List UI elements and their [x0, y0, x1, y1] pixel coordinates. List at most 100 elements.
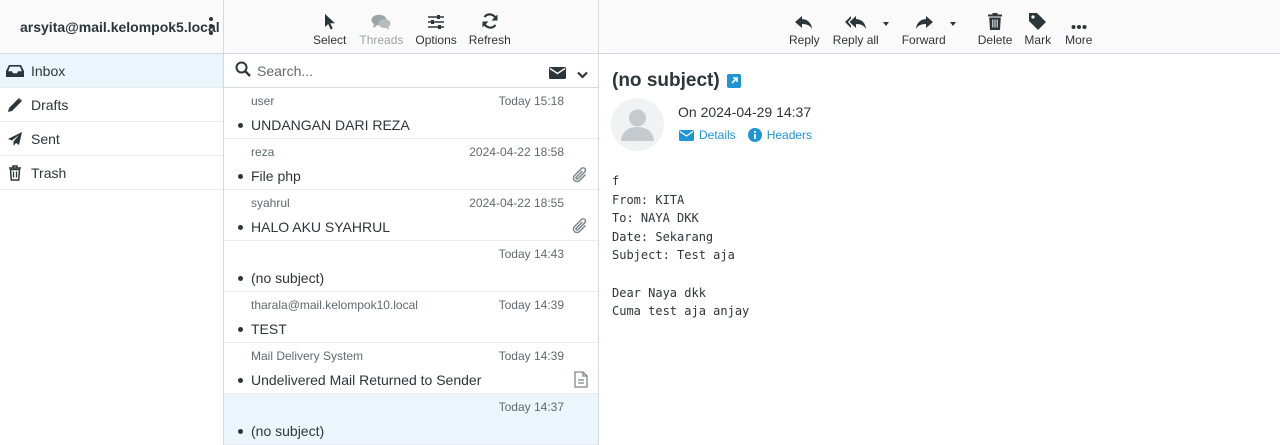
- sliders-icon: [427, 8, 445, 30]
- forward-dropdown-icon[interactable]: [949, 22, 956, 26]
- message-sender: tharala@mail.kelompok10.local: [251, 298, 418, 312]
- sender-avatar: [611, 98, 664, 151]
- folder-item-drafts[interactable]: Drafts: [0, 88, 223, 122]
- message-toolbar: Reply Reply all Forward Delete Mark More: [599, 0, 1280, 54]
- folder-label: Sent: [31, 130, 60, 147]
- message-date: Today 14:39: [498, 349, 564, 363]
- message-subject: File php: [251, 168, 301, 184]
- options-label: Options: [415, 33, 457, 47]
- folder-item-trash[interactable]: Trash: [0, 156, 223, 190]
- message-sender: user: [251, 94, 275, 108]
- message-row[interactable]: tharala@mail.kelompok10.local Today 14:3…: [224, 292, 598, 343]
- reply-all-dropdown-icon[interactable]: [882, 22, 889, 26]
- threads-label: Threads: [359, 33, 404, 47]
- delete-label: Delete: [977, 33, 1013, 47]
- message-row[interactable]: Today 14:37 (no subject): [224, 394, 598, 445]
- message-subject-heading: (no subject): [612, 70, 720, 91]
- message-subject: UNDANGAN DARI REZA: [251, 117, 410, 133]
- chat-bubbles-icon: [371, 8, 391, 30]
- select-button[interactable]: Select: [313, 8, 346, 47]
- message-row[interactable]: Today 14:43 (no subject): [224, 241, 598, 292]
- details-link[interactable]: Details: [679, 128, 736, 142]
- options-button[interactable]: Options: [415, 8, 457, 47]
- select-label: Select: [313, 33, 347, 47]
- refresh-label: Refresh: [468, 33, 511, 47]
- folder-item-inbox[interactable]: Inbox: [0, 54, 223, 88]
- message-subject: HALO AKU SYAHRUL: [251, 219, 391, 235]
- paper-plane-icon: [6, 130, 24, 148]
- message-sender: Mail Delivery System: [251, 349, 364, 363]
- message-row[interactable]: syahrul 2024-04-22 18:55 HALO AKU SYAHRU…: [224, 190, 598, 241]
- message-sender: syahrul: [251, 196, 290, 210]
- message-row[interactable]: reza 2024-04-22 18:58 File php: [224, 139, 598, 190]
- mark-label: Mark: [1024, 33, 1052, 47]
- account-email: arsyita@mail.kelompok5.local: [20, 19, 220, 35]
- account-header: arsyita@mail.kelompok5.local: [0, 0, 223, 54]
- refresh-button[interactable]: Refresh: [469, 8, 511, 47]
- pencil-icon: [6, 96, 24, 114]
- folder-item-sent[interactable]: Sent: [0, 122, 223, 156]
- document-icon: [574, 371, 588, 391]
- ellipsis-icon: [1071, 8, 1087, 30]
- forward-label: Forward: [901, 33, 946, 47]
- message-subject: (no subject): [251, 270, 325, 286]
- reply-label: Reply: [789, 33, 820, 47]
- message-list-pane: Select Threads Options Refresh Search...…: [224, 0, 599, 445]
- forward-button[interactable]: Forward: [901, 8, 956, 47]
- paperclip-icon: [572, 166, 588, 187]
- message-preview-pane: Reply Reply all Forward Delete Mark More…: [599, 0, 1280, 445]
- message-date: Today 14:39: [498, 298, 564, 312]
- list-toolbar: Select Threads Options Refresh: [224, 0, 598, 54]
- more-label: More: [1065, 33, 1093, 47]
- chevron-down-icon[interactable]: [577, 66, 588, 82]
- reply-all-icon: [844, 8, 867, 30]
- forward-icon: [915, 8, 933, 30]
- pointer-icon: [324, 8, 336, 30]
- reply-all-label: Reply all: [832, 33, 879, 47]
- message-date: On 2024-04-29 14:37: [678, 104, 812, 120]
- folder-label: Inbox: [31, 62, 66, 79]
- message-row[interactable]: Mail Delivery System Today 14:39 Undeliv…: [224, 343, 598, 394]
- mark-button[interactable]: Mark: [1024, 8, 1051, 47]
- message-body: f From: KITA To: NAYA DKK Date: Sekarang…: [612, 174, 750, 319]
- envelope-icon[interactable]: [549, 66, 566, 82]
- reply-all-button[interactable]: Reply all: [832, 8, 889, 47]
- unread-dot: [238, 429, 243, 434]
- unread-dot: [238, 276, 243, 281]
- unread-dot: [238, 327, 243, 332]
- delete-button[interactable]: Delete: [977, 8, 1013, 47]
- message-sender: reza: [251, 145, 275, 159]
- unread-dot: [238, 123, 243, 128]
- message-subject: TEST: [251, 321, 287, 337]
- details-label: Details: [699, 128, 736, 142]
- message-title: (no subject): [612, 70, 741, 92]
- unread-dot: [238, 174, 243, 179]
- open-external-icon[interactable]: [726, 74, 741, 88]
- message-date: Today 15:18: [498, 94, 564, 108]
- message-row[interactable]: user Today 15:18 UNDANGAN DARI REZA: [224, 88, 598, 139]
- threads-button[interactable]: Threads: [359, 8, 403, 47]
- kebab-menu-icon[interactable]: [208, 17, 214, 37]
- message-list: user Today 15:18 UNDANGAN DARI REZA reza…: [224, 88, 598, 445]
- trash-icon: [988, 8, 1003, 30]
- header-links: Details Headers: [679, 128, 824, 142]
- trash-icon: [6, 164, 24, 182]
- search-bar: [224, 54, 598, 88]
- message-date: 2024-04-22 18:58: [469, 145, 564, 159]
- envelope-icon: [679, 129, 694, 141]
- headers-link[interactable]: Headers: [747, 128, 812, 142]
- unread-dot: [238, 225, 243, 230]
- info-icon: [747, 128, 762, 142]
- message-date: Today 14:37: [498, 400, 564, 414]
- folder-pane: arsyita@mail.kelompok5.local Inbox Draft…: [0, 0, 224, 445]
- more-button[interactable]: More: [1065, 8, 1092, 47]
- message-subject: Undelivered Mail Returned to Sender: [251, 372, 482, 388]
- inbox-icon: [6, 62, 24, 80]
- folder-list: Inbox Drafts Sent Trash: [0, 54, 223, 190]
- reply-icon: [795, 8, 813, 30]
- search-input[interactable]: [257, 62, 517, 79]
- refresh-icon: [481, 8, 499, 30]
- reply-button[interactable]: Reply: [789, 8, 820, 47]
- folder-label: Drafts: [31, 96, 69, 113]
- folder-label: Trash: [31, 164, 67, 181]
